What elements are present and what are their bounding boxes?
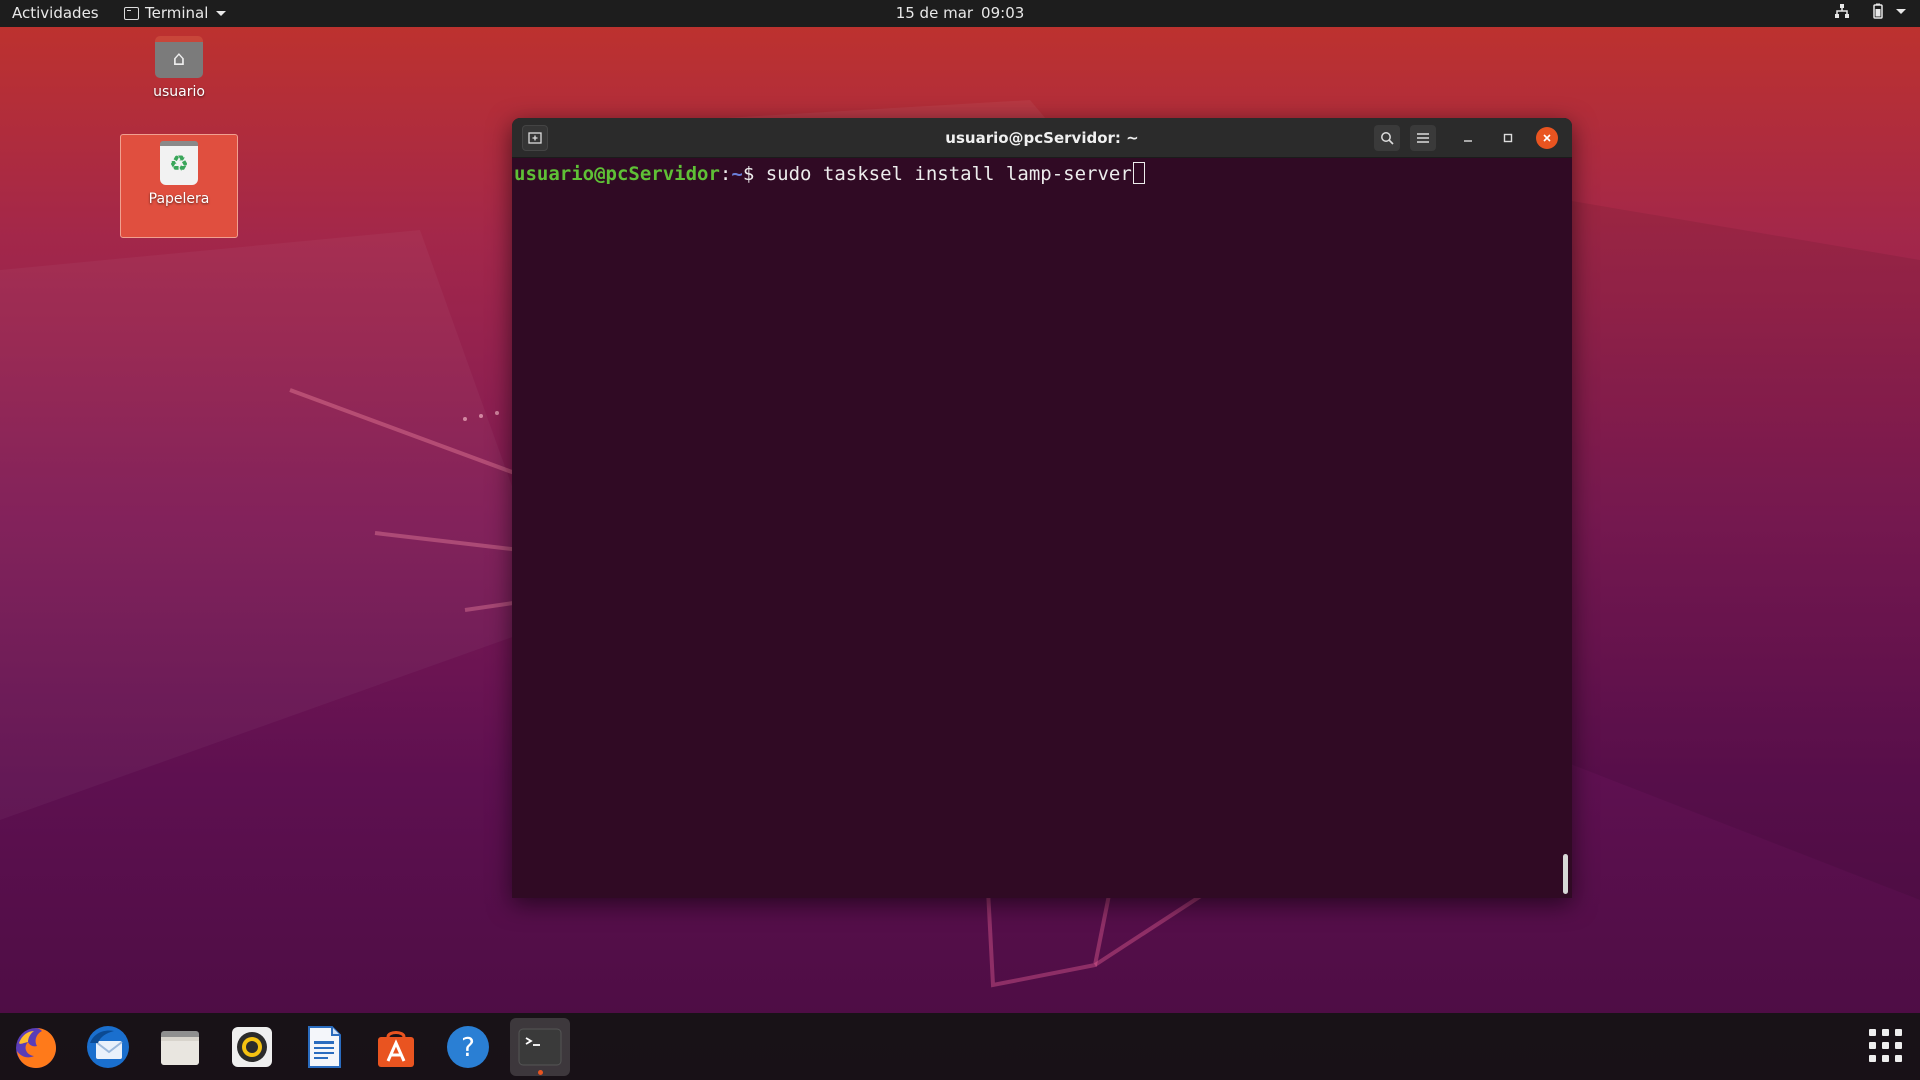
command-text: sudo tasksel install lamp-server [765,163,1132,185]
system-tray[interactable] [1834,3,1906,19]
thunderbird-icon [87,1026,129,1068]
prompt-user-host: usuario@pcServidor [514,163,720,185]
terminal-icon [518,1028,562,1066]
maximize-icon [1503,133,1513,143]
minimize-button[interactable] [1455,125,1481,151]
battery-icon [1873,3,1883,19]
dock-libreoffice-writer[interactable] [294,1018,354,1076]
hamburger-icon [1417,133,1429,143]
terminal-header-bar[interactable]: usuario@pcServidor: ~ [512,118,1572,158]
prompt-path: ~ [731,163,743,185]
terminal-window[interactable]: usuario@pcServidor: ~ usuario@pcServidor… [512,118,1572,898]
show-applications-button[interactable] [1869,1029,1902,1062]
search-button[interactable] [1374,125,1400,151]
minimize-icon [1464,140,1472,142]
ubuntu-software-icon [378,1031,414,1067]
system-menu[interactable] [1870,3,1906,19]
dock-rhythmbox[interactable] [222,1018,282,1076]
clock-time: 09:03 [981,4,1025,22]
scrollbar[interactable] [1563,854,1568,894]
libreoffice-writer-icon [308,1026,341,1068]
running-indicator [538,1070,543,1075]
prompt-separator: : [719,163,732,185]
terminal-output[interactable]: usuario@pcServidor:~$ sudo tasksel insta… [512,158,1572,190]
rhythmbox-icon [232,1027,272,1067]
clock[interactable]: 15 de mar 09:03 [0,4,1920,22]
dock-ubuntu-software[interactable] [366,1018,426,1076]
hamburger-menu-button[interactable] [1410,125,1436,151]
network-icon[interactable] [1834,3,1850,19]
desktop-icon-trash[interactable]: Papelera [120,134,238,238]
svg-text:?: ? [461,1033,475,1063]
clock-date: 15 de mar [895,4,974,22]
desktop-icon-label: usuario [153,84,205,100]
home-folder-icon [155,36,203,78]
dock: ? [0,1013,1920,1080]
desktop-icon-label: Papelera [148,191,210,207]
desktop-icon-home[interactable]: usuario [120,36,238,100]
text-cursor [1132,162,1145,184]
firefox-icon [16,1028,56,1068]
prompt-symbol: $ [742,163,755,185]
chevron-down-icon [1896,8,1906,14]
dock-help[interactable]: ? [438,1018,498,1076]
help-icon: ? [447,1026,489,1068]
dock-firefox[interactable] [6,1018,66,1076]
close-button[interactable] [1534,125,1560,151]
dock-thunderbird[interactable] [78,1018,138,1076]
dock-terminal[interactable] [510,1018,570,1076]
search-icon [1381,132,1394,145]
close-icon [1536,127,1558,149]
trash-icon [160,141,198,185]
maximize-button[interactable] [1495,125,1521,151]
files-icon [161,1031,199,1065]
top-bar: Actividades Terminal 15 de mar 09:03 [0,0,1920,27]
dock-files[interactable] [150,1018,210,1076]
